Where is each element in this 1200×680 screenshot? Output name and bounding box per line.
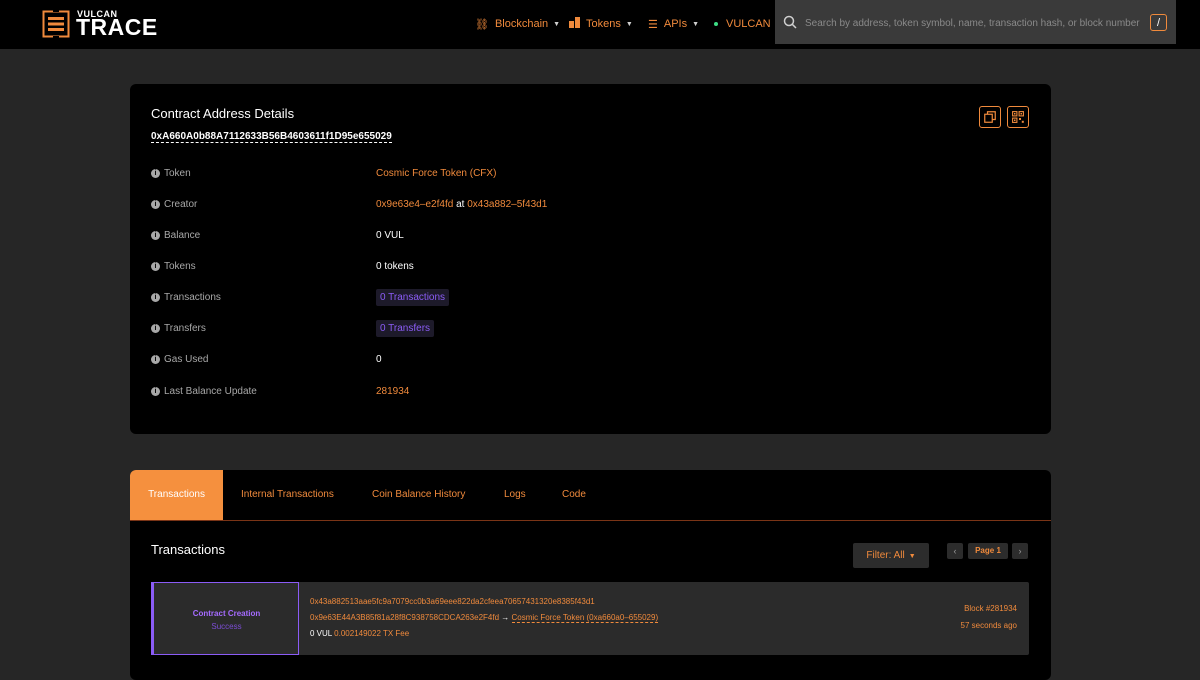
tab-logs[interactable]: Logs (504, 470, 526, 520)
transactions-heading: Transactions (151, 542, 225, 557)
tab-bar: Transactions Internal Transactions Coin … (130, 470, 1051, 521)
transaction-status: Success (211, 622, 242, 631)
detail-row-creator: i Creator 0x9e63e4–e2f4fd at 0x43a882–5f4… (151, 199, 1031, 213)
nav-tokens[interactable]: Tokens ▼ (569, 16, 633, 32)
transactions-count-link[interactable]: 0 Transactions (376, 289, 450, 306)
transaction-hash-link[interactable]: 0x43a882513aae5fc9a7079cc0b3a69eee822da2… (310, 597, 595, 606)
transaction-type-box: Contract Creation Success (151, 582, 299, 655)
nav-apis[interactable]: ☰ APIs ▼ (648, 16, 699, 32)
tab-internal-transactions[interactable]: Internal Transactions (241, 470, 334, 520)
page-title: Contract Address Details (151, 106, 295, 121)
detail-row-balance: i Balance 0 VUL (151, 230, 1031, 244)
detail-label: Transfers (164, 323, 206, 334)
detail-row-tokens: i Tokens 0 tokens (151, 261, 1031, 275)
info-icon[interactable]: i (151, 169, 160, 178)
info-icon[interactable]: i (151, 262, 160, 271)
transaction-block-link[interactable]: Block #281934 (964, 604, 1017, 613)
network-label: VULCAN (726, 18, 771, 30)
info-icon[interactable]: i (151, 355, 160, 364)
copy-icon (984, 111, 996, 123)
nav-apis-label: APIs (663, 18, 688, 30)
tab-transactions[interactable]: Transactions (130, 470, 223, 520)
from-address-link[interactable]: 0x9e63E44A3B85f81a28f8C938758CDCA263e2F4… (310, 613, 499, 622)
info-icon[interactable]: i (151, 387, 160, 396)
token-link[interactable]: Cosmic Force Token (CFX) (376, 168, 496, 179)
transfers-count-link[interactable]: 0 Transfers (376, 320, 435, 337)
detail-row-transactions: i Transactions 0 Transactions (151, 289, 1031, 306)
info-icon[interactable]: i (151, 293, 160, 302)
pagination-next-button[interactable]: › (1012, 543, 1028, 559)
creation-tx-link[interactable]: 0x43a882–5f43d1 (467, 199, 547, 210)
last-balance-block-link[interactable]: 281934 (376, 386, 409, 397)
transaction-tile: Contract Creation Success 0x43a882513aae… (151, 582, 1029, 655)
caret-down-icon: ▼ (553, 20, 561, 28)
copy-address-button[interactable] (979, 106, 1001, 128)
contract-details-card: Contract Address Details 0xA660A0b88A711… (130, 84, 1051, 434)
search-input[interactable] (803, 0, 1147, 46)
detail-label: Last Balance Update (164, 386, 257, 397)
tokens-value: 0 tokens (376, 261, 414, 272)
logo-mark-icon (42, 10, 70, 38)
nav-blockchain[interactable]: ⛓ Blockchain ▼ (475, 16, 560, 32)
pagination-current-page: Page 1 (968, 543, 1008, 559)
transaction-age: 57 seconds ago (960, 621, 1018, 630)
tab-coin-balance-history[interactable]: Coin Balance History (372, 470, 465, 520)
caret-down-icon: ▼ (692, 20, 700, 28)
search-shortcut-key: / (1150, 14, 1167, 31)
qr-code-icon (1012, 111, 1024, 123)
creator-address-link[interactable]: 0x9e63e4–e2f4fd (376, 199, 453, 210)
detail-row-transfers: i Transfers 0 Transfers (151, 320, 1031, 337)
detail-label: Tokens (164, 261, 196, 272)
detail-label: Creator (164, 199, 198, 210)
balance-value: 0 VUL (376, 230, 404, 241)
network-status-dot-icon (714, 22, 718, 26)
transactions-card: Transactions Internal Transactions Coin … (130, 470, 1051, 680)
detail-label: Balance (164, 230, 201, 241)
arrow-right-icon: → (501, 613, 510, 622)
search-bar: / (775, 0, 1176, 46)
coins-icon (569, 17, 580, 31)
caret-down-icon: ▼ (625, 20, 633, 28)
menu-lines-icon: ☰ (648, 18, 658, 31)
to-contract-link[interactable]: Cosmic Force Token (0xa660a0–655029) (511, 613, 659, 623)
transaction-value: 0 VUL (310, 629, 332, 638)
nav-blockchain-label: Blockchain (494, 18, 549, 30)
gas-used-value: 0 (376, 354, 382, 365)
info-icon[interactable]: i (151, 231, 160, 240)
info-icon[interactable]: i (151, 200, 160, 209)
detail-row-token: i Token Cosmic Force Token (CFX) (151, 168, 1031, 182)
detail-row-gas: i Gas Used 0 (151, 354, 1031, 368)
top-header: VULCAN TRACE ⛓ Blockchain ▼ Tokens ▼ ☰ A… (0, 0, 1200, 49)
show-qr-button[interactable] (1007, 106, 1029, 128)
detail-label: Token (164, 168, 191, 179)
filter-label: Filter: All (866, 550, 905, 561)
logo-big-text: TRACE (76, 14, 158, 40)
transaction-type-label: Contract Creation (192, 609, 261, 618)
search-icon (783, 15, 797, 29)
info-icon[interactable]: i (151, 324, 160, 333)
transaction-fee: 0.002149022 TX Fee (334, 629, 410, 638)
filter-dropdown[interactable]: Filter: All ▼ (853, 543, 929, 568)
tab-code[interactable]: Code (562, 470, 586, 520)
contract-address[interactable]: 0xA660A0b88A7112633B56B4603611f1D95e6550… (151, 131, 392, 143)
link-icon: ⛓ (475, 18, 489, 31)
nav-tokens-label: Tokens (586, 18, 621, 30)
detail-row-last-update: i Last Balance Update 281934 (151, 386, 1031, 400)
transaction-value-fee: 0 VUL 0.002149022 TX Fee (310, 629, 409, 638)
pagination-prev-button[interactable]: ‹ (947, 543, 963, 559)
transaction-path: 0x9e63E44A3B85f81a28f8C938758CDCA263e2F4… (310, 613, 659, 623)
caret-down-icon: ▼ (908, 553, 916, 560)
network-selector[interactable]: VULCAN (714, 16, 771, 32)
detail-label: Transactions (164, 292, 221, 303)
detail-label: Gas Used (164, 354, 209, 365)
creator-at-text: at (456, 199, 465, 210)
